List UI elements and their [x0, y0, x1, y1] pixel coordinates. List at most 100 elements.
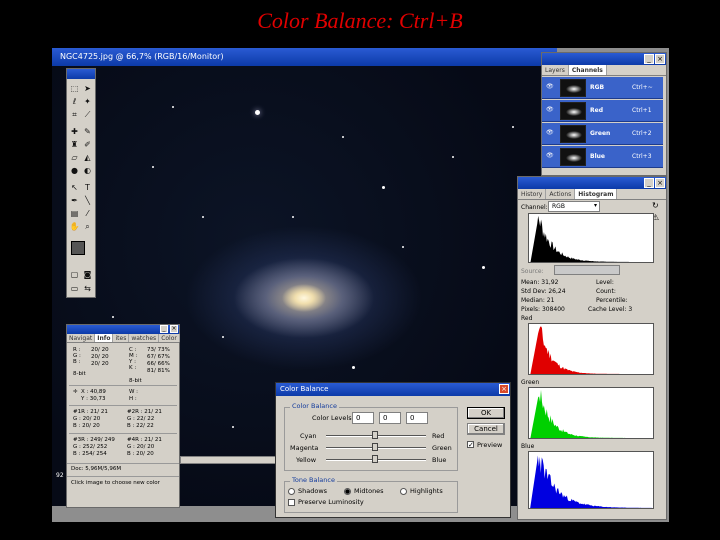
channel-row-blue[interactable]: 👁 Blue Ctrl+3 — [542, 146, 663, 168]
crop-tool-icon[interactable]: ⌗ — [69, 109, 80, 120]
document-titlebar[interactable]: NGC4725.jpg @ 66,7% (RGB/16/Monitor) — [52, 48, 557, 66]
jump-to-imageready-icon[interactable]: ⇆ — [82, 283, 93, 294]
rgb-readout: 20/ 20 20/ 20 20/ 20 — [91, 347, 109, 367]
close-icon[interactable]: × — [655, 54, 665, 64]
channel-thumbnail — [560, 125, 586, 143]
path-selection-icon[interactable]: ↖ — [69, 182, 80, 193]
tab-histogram[interactable]: Histogram — [575, 189, 618, 199]
close-icon[interactable]: × — [655, 178, 665, 188]
minimize-icon[interactable]: _ — [644, 178, 654, 188]
info-panel-titlebar[interactable]: _ × — [67, 325, 179, 334]
zoom-tool-icon[interactable]: ⌕ — [82, 221, 93, 232]
sampler-4: #4R : 21/ 21 G : 20/ 20 B : 20/ 20 — [127, 437, 162, 457]
cancel-button[interactable]: Cancel — [467, 423, 505, 435]
shape-tool-icon[interactable]: ╲ — [82, 195, 93, 206]
blue-histogram — [528, 451, 654, 509]
histogram-blue-area — [530, 455, 652, 508]
composite-histogram — [528, 213, 654, 263]
stat-pixels: Pixels: 308400 — [521, 306, 565, 313]
channel-row-red[interactable]: 👁 Red Ctrl+1 — [542, 100, 663, 122]
paint-bucket-icon[interactable]: ◭ — [82, 152, 93, 163]
channel-row-rgb[interactable]: 👁 RGB Ctrl+~ — [542, 77, 663, 99]
tab-color[interactable]: Color — [159, 334, 180, 342]
layers-panel-titlebar[interactable]: _ × — [542, 53, 666, 65]
clone-stamp-icon[interactable]: ♜ — [69, 139, 80, 150]
channel-shortcut: Ctrl+~ — [632, 84, 653, 91]
lasso-tool-icon[interactable]: ℓ — [69, 96, 80, 107]
eye-icon[interactable]: 👁 — [546, 83, 554, 90]
dodge-tool-icon[interactable]: ◐ — [82, 165, 93, 176]
highlights-radio[interactable] — [400, 488, 407, 495]
pen-tool-icon[interactable]: ✒ — [69, 195, 80, 206]
preview-checkbox[interactable]: ✓ — [467, 441, 474, 449]
tab-channels[interactable]: Channels — [568, 65, 607, 75]
star — [152, 166, 154, 168]
marquee-tool-icon[interactable]: ⬚ — [69, 83, 80, 94]
chevron-down-icon: ▾ — [593, 202, 597, 209]
tone-balance-group — [284, 481, 458, 513]
level-magenta-green-input[interactable]: 0 — [379, 412, 401, 424]
channel-select[interactable]: RGB ▾ — [548, 201, 600, 212]
channel-shortcut: Ctrl+1 — [632, 107, 652, 114]
magic-wand-tool-icon[interactable]: ✦ — [82, 96, 93, 107]
minimize-icon[interactable]: _ — [160, 325, 168, 333]
star — [482, 266, 485, 269]
refresh-icon[interactable]: ↻ — [652, 201, 659, 210]
ok-button[interactable]: OK — [467, 407, 505, 419]
type-tool-icon[interactable]: T — [82, 182, 93, 193]
preserve-luminosity-label: Preserve Luminosity — [298, 498, 364, 506]
tab-info[interactable]: Info — [95, 334, 114, 342]
move-tool-icon[interactable]: ➤ — [82, 83, 93, 94]
cyan-red-slider-thumb[interactable] — [372, 431, 378, 439]
source-select[interactable] — [554, 265, 620, 275]
channel-row-green[interactable]: 👁 Green Ctrl+2 — [542, 123, 663, 145]
close-icon[interactable]: × — [499, 384, 509, 394]
rgb-bits: 8-bit — [73, 371, 86, 377]
channel-thumbnail — [560, 102, 586, 120]
blur-tool-icon[interactable]: ● — [69, 165, 80, 176]
stat-level: Level: — [596, 279, 614, 286]
notes-tool-icon[interactable]: ▤ — [69, 208, 80, 219]
histogram-panel-titlebar[interactable]: _ × — [518, 177, 666, 189]
yellow-blue-slider-thumb[interactable] — [372, 455, 378, 463]
eye-icon[interactable]: 👁 — [546, 106, 554, 113]
history-brush-icon[interactable]: ✐ — [82, 139, 93, 150]
channel-thumbnail — [560, 148, 586, 166]
hand-tool-icon[interactable]: ✋ — [69, 221, 80, 232]
preserve-luminosity-checkbox[interactable] — [288, 499, 295, 506]
magenta-green-slider-thumb[interactable] — [372, 443, 378, 451]
tab-layers[interactable]: Layers — [542, 65, 569, 75]
healing-brush-icon[interactable]: ✚ — [69, 126, 80, 137]
close-icon[interactable]: × — [170, 325, 178, 333]
channel-name: Blue — [590, 153, 605, 160]
midtones-radio[interactable] — [344, 488, 351, 495]
eye-icon[interactable]: 👁 — [546, 129, 554, 136]
tab-history[interactable]: History — [518, 189, 547, 199]
eye-icon[interactable]: 👁 — [546, 152, 554, 159]
dialog-titlebar[interactable]: Color Balance × — [276, 383, 510, 396]
eyedropper-tool-icon[interactable]: ⁄ — [82, 208, 93, 219]
shadows-radio[interactable] — [288, 488, 295, 495]
tab-actions[interactable]: Actions — [546, 189, 576, 199]
foreground-color-swatch[interactable] — [71, 241, 85, 255]
brush-tool-icon[interactable]: ✎ — [82, 126, 93, 137]
level-yellow-blue-input[interactable]: 0 — [406, 412, 428, 424]
tab-swatches[interactable]: watches — [129, 334, 160, 342]
toolbox: ⬚ ➤ ℓ ✦ ⌗ ⟋ ✚ ✎ ♜ ✐ ▱ ◭ ● ◐ ↖ T ✒ ╲ ▤ ⁄ … — [66, 68, 96, 298]
quick-mask-icon[interactable]: ◙ — [82, 269, 93, 280]
minimize-icon[interactable]: _ — [644, 54, 654, 64]
stat-percentile: Percentile: — [596, 297, 628, 304]
horizontal-scrollbar[interactable] — [180, 456, 280, 464]
tab-navigator[interactable]: Navigat — [67, 334, 96, 342]
eraser-tool-icon[interactable]: ▱ — [69, 152, 80, 163]
tab-histories[interactable]: ites — [113, 334, 130, 342]
slice-tool-icon[interactable]: ⟋ — [82, 109, 93, 120]
screen-mode-icon[interactable]: ▭ — [69, 283, 80, 294]
star — [255, 110, 260, 115]
channel-select-value: RGB — [552, 203, 565, 210]
toolbox-titlebar[interactable] — [67, 69, 95, 79]
slide-title: Color Balance: Ctrl+B — [257, 8, 463, 33]
level-cyan-red-input[interactable]: 0 — [352, 412, 374, 424]
sampler-1: #1R : 21/ 21 G : 20/ 20 B : 20/ 20 — [73, 409, 108, 429]
standard-mode-icon[interactable]: ▢ — [69, 269, 80, 280]
